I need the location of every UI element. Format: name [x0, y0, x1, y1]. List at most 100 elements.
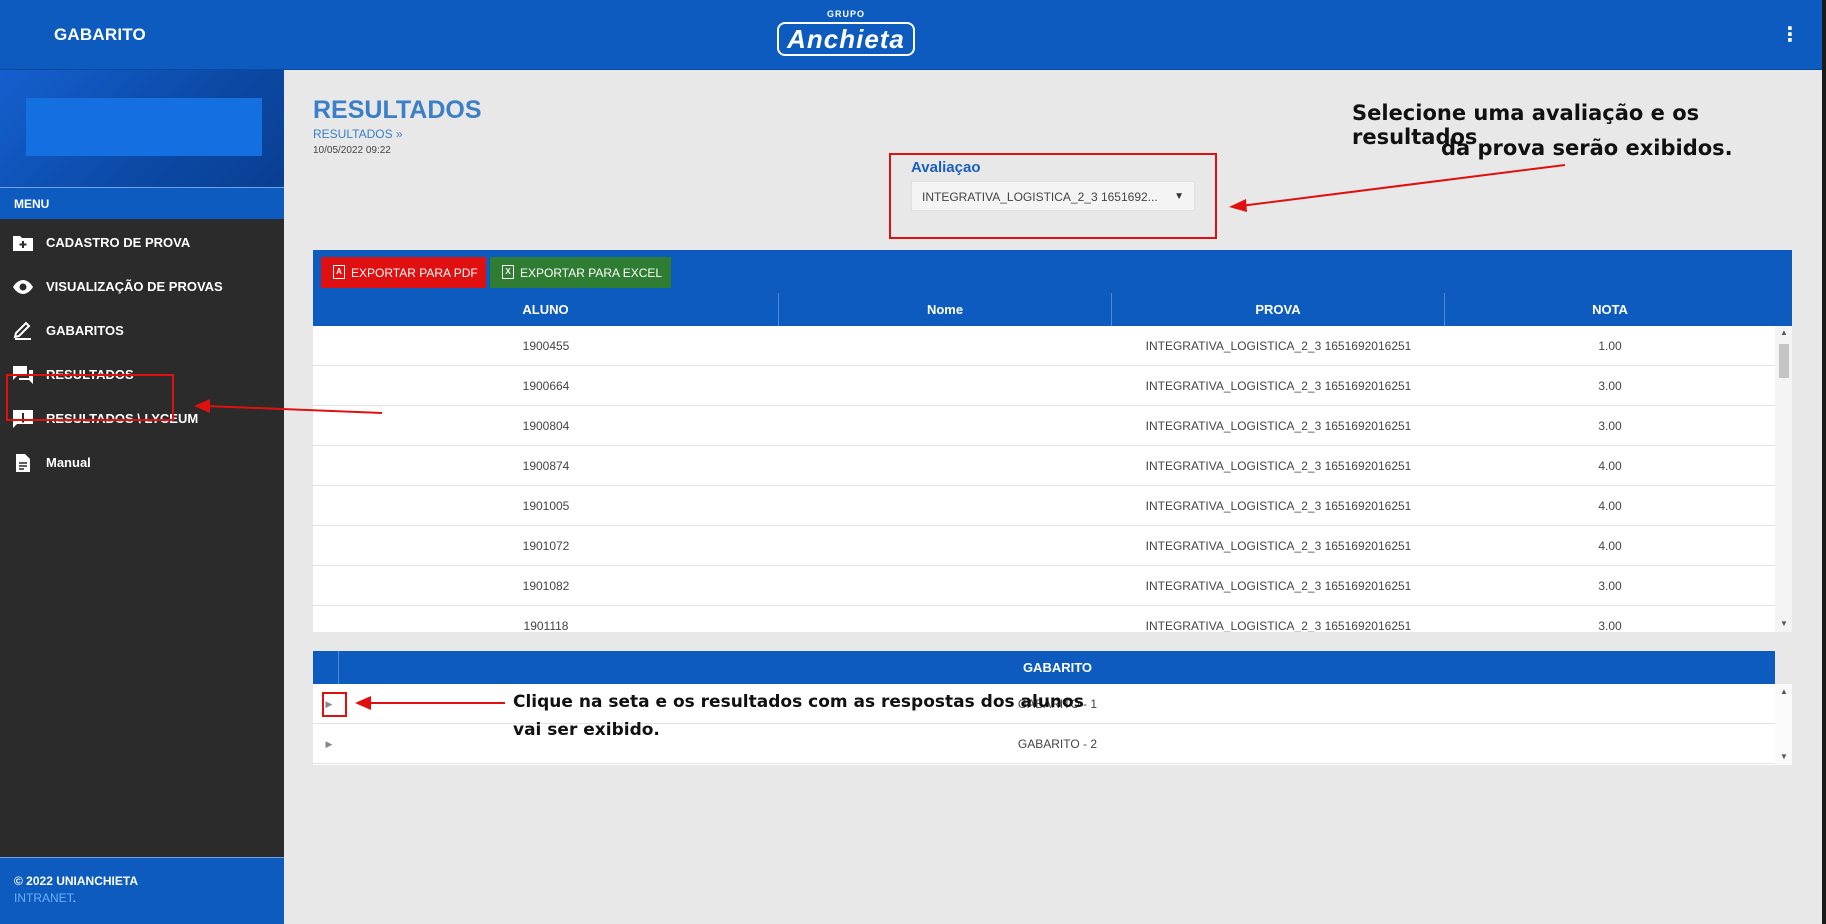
cell-nome [779, 486, 1112, 526]
scroll-up-icon[interactable]: ▲ [1779, 687, 1789, 696]
export-pdf-label: EXPORTAR PARA PDF [351, 266, 478, 280]
excel-file-icon: X [502, 265, 514, 279]
cell-nome [779, 446, 1112, 486]
more-vert-icon[interactable]: ⋮ [1780, 24, 1800, 46]
scrollbar-thumb[interactable] [1779, 344, 1789, 378]
gabarito-scrollbar[interactable]: ▲ ▼ [1775, 684, 1792, 765]
gabarito-table-header: GABARITO [313, 651, 1775, 684]
cell-nome [779, 406, 1112, 446]
table-row[interactable]: 1900804 INTEGRATIVA_LOGISTICA_2_3 165169… [313, 406, 1775, 446]
cell-aluno: 1900804 [522, 419, 570, 433]
cell-prova: INTEGRATIVA_LOGISTICA_2_3 1651692016251 [1145, 459, 1412, 473]
cell-nota: 1.00 [1598, 339, 1622, 353]
table-row[interactable]: 1901072 INTEGRATIVA_LOGISTICA_2_3 165169… [313, 526, 1775, 566]
cell-aluno: 1900664 [522, 379, 570, 393]
table-row[interactable]: 1900664 INTEGRATIVA_LOGISTICA_2_3 165169… [313, 366, 1775, 406]
cell-nome [779, 366, 1112, 406]
cell-nome [779, 526, 1112, 566]
menu-header: MENU [0, 187, 284, 219]
cell-aluno: 1901082 [522, 579, 570, 593]
sidebar-item-label: CADASTRO DE PROVA [46, 235, 191, 250]
cell-nome [779, 606, 1112, 632]
table-row[interactable]: 1900874 INTEGRATIVA_LOGISTICA_2_3 165169… [313, 446, 1775, 486]
footer-link-suffix: . [72, 891, 77, 905]
sidebar-item-label: Manual [46, 455, 91, 470]
expand-arrow-icon[interactable]: ▶ [323, 737, 335, 751]
user-profile-card[interactable] [26, 98, 262, 156]
sidebar: MENU CADASTRO DE PROVA VISUALIZAÇÃO DE P… [0, 70, 284, 924]
table-row[interactable]: 1901005 INTEGRATIVA_LOGISTICA_2_3 165169… [313, 486, 1775, 526]
cell-prova: INTEGRATIVA_LOGISTICA_2_3 1651692016251 [1145, 419, 1412, 433]
results-scrollbar[interactable]: ▲ ▼ [1775, 326, 1792, 632]
cell-nota: 3.00 [1598, 579, 1622, 593]
cell-aluno: 1901005 [522, 499, 570, 513]
cell-aluno: 1901072 [522, 539, 570, 553]
column-header-nome[interactable]: Nome [779, 293, 1112, 326]
column-header-aluno[interactable]: ALUNO [313, 293, 779, 326]
export-toolbar: A EXPORTAR PARA PDF X EXPORTAR PARA EXCE… [313, 250, 1792, 293]
scroll-down-icon[interactable]: ▼ [1779, 619, 1789, 628]
cell-aluno: 1901118 [523, 619, 569, 632]
logo-top-text: GRUPO [826, 9, 865, 19]
sidebar-item-label: GABARITOS [46, 323, 124, 338]
table-row[interactable]: 1901082 INTEGRATIVA_LOGISTICA_2_3 165169… [313, 566, 1775, 606]
sidebar-item-visualizacao-de-provas[interactable]: VISUALIZAÇÃO DE PROVAS [0, 265, 284, 309]
page-title: RESULTADOS [313, 96, 482, 124]
column-header-prova[interactable]: PROVA [1112, 293, 1445, 326]
table-row[interactable]: 1901118 INTEGRATIVA_LOGISTICA_2_3 165169… [313, 606, 1775, 632]
cell-prova: INTEGRATIVA_LOGISTICA_2_3 1651692016251 [1145, 619, 1412, 632]
results-table-header: ALUNO Nome PROVA NOTA [313, 293, 1775, 326]
sidebar-item-label: VISUALIZAÇÃO DE PROVAS [46, 279, 223, 294]
export-excel-label: EXPORTAR PARA EXCEL [520, 266, 663, 280]
cell-nome [779, 326, 1112, 366]
cell-nota: 4.00 [1598, 499, 1622, 513]
grupo-anchieta-logo: GRUPO Anchieta [775, 9, 917, 61]
breadcrumb[interactable]: RESULTADOS » [313, 127, 403, 141]
sidebar-item-gabaritos[interactable]: GABARITOS [0, 309, 284, 353]
document-icon [12, 453, 34, 473]
results-table-body: 1900455 INTEGRATIVA_LOGISTICA_2_3 165169… [313, 326, 1792, 632]
sidebar-item-cadastro-de-prova[interactable]: CADASTRO DE PROVA [0, 221, 284, 265]
cell-nota: 3.00 [1598, 379, 1622, 393]
sidebar-footer: © 2022 UNIANCHIETA INTRANET. [0, 857, 284, 924]
cell-aluno: 1900874 [522, 459, 570, 473]
cell-nome [779, 566, 1112, 606]
cell-prova: INTEGRATIVA_LOGISTICA_2_3 1651692016251 [1145, 579, 1412, 593]
expander-column-header [313, 651, 339, 684]
page-date: 10/05/2022 09:22 [313, 145, 391, 156]
export-excel-button[interactable]: X EXPORTAR PARA EXCEL [490, 257, 671, 288]
cell-nota: 3.00 [1598, 619, 1622, 632]
cell-prova: INTEGRATIVA_LOGISTICA_2_3 1651692016251 [1145, 539, 1412, 553]
highlight-box-expander [322, 692, 347, 717]
column-header-nota[interactable]: NOTA [1445, 293, 1775, 326]
scroll-down-icon[interactable]: ▼ [1779, 752, 1789, 761]
expand-note-line1: Clique na seta e os resultados com as re… [513, 692, 1084, 712]
cell-prova: INTEGRATIVA_LOGISTICA_2_3 1651692016251 [1145, 339, 1412, 353]
intranet-link[interactable]: INTRANET [14, 891, 73, 905]
window-edge [1822, 0, 1826, 924]
edit-pen-icon [12, 321, 34, 341]
top-app-bar: GABARITO GRUPO Anchieta ⋮ [0, 0, 1826, 70]
sidebar-item-manual[interactable]: Manual [0, 441, 284, 485]
cell-nota: 3.00 [1598, 419, 1622, 433]
cell-prova: INTEGRATIVA_LOGISTICA_2_3 1651692016251 [1145, 379, 1412, 393]
eye-icon [12, 277, 34, 297]
footer-copyright: © 2022 UNIANCHIETA [14, 874, 138, 888]
table-row[interactable]: 1900455 INTEGRATIVA_LOGISTICA_2_3 165169… [313, 326, 1775, 366]
cell-nota: 4.00 [1598, 539, 1622, 553]
expand-note-line2: vai ser exibido. [513, 720, 660, 740]
cell-aluno: 1900455 [522, 339, 570, 353]
profile-banner [0, 70, 284, 187]
app-title: GABARITO [54, 25, 146, 44]
cell-nota: 4.00 [1598, 459, 1622, 473]
header-scroll-gap [1775, 293, 1792, 326]
highlight-box-avaliacao [889, 153, 1217, 239]
export-pdf-button[interactable]: A EXPORTAR PARA PDF [321, 257, 486, 288]
column-header-gabarito[interactable]: GABARITO [340, 651, 1775, 684]
pdf-file-icon: A [333, 265, 345, 279]
scroll-up-icon[interactable]: ▲ [1779, 328, 1789, 337]
arrow-to-avaliacao [1229, 164, 1566, 212]
select-note-line2: da prova serão exibidos. [1441, 136, 1733, 160]
folder-add-icon [12, 233, 34, 253]
cell-prova: INTEGRATIVA_LOGISTICA_2_3 1651692016251 [1145, 499, 1412, 513]
